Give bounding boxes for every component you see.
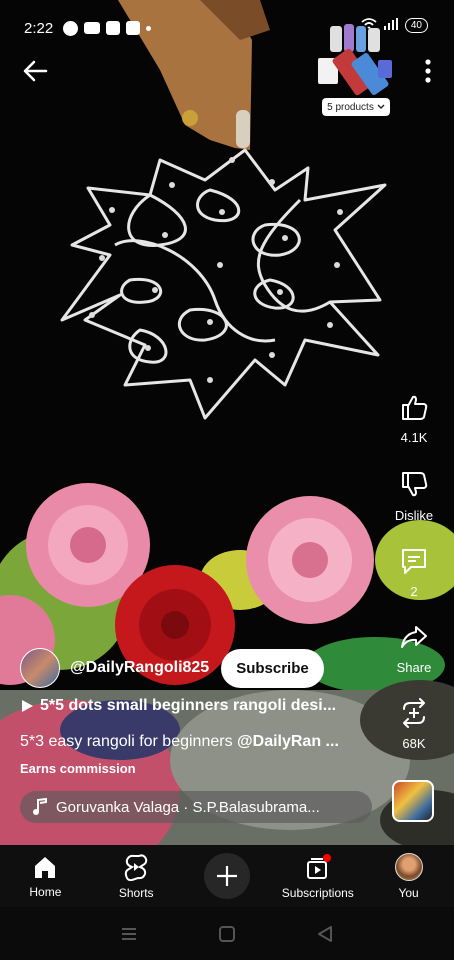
channel-avatar[interactable]	[20, 648, 60, 688]
chat-icon	[63, 20, 79, 36]
nav-home-label: Home	[29, 884, 62, 899]
dislike-button[interactable]: Dislike	[388, 470, 440, 523]
user-avatar	[394, 852, 423, 881]
commission-label: Earns commission	[20, 761, 136, 776]
comments-button[interactable]: 2	[388, 546, 440, 599]
battery-icon: 40	[404, 18, 428, 33]
comment-icon	[402, 549, 426, 574]
home-icon	[35, 856, 56, 878]
like-count: 4.1K	[400, 430, 428, 445]
nav-subscriptions[interactable]: Subscriptions	[272, 845, 363, 907]
youtube-notification-icon	[84, 22, 101, 34]
shorts-icon	[125, 853, 148, 881]
products-label: 5 products	[327, 101, 374, 113]
chevron-down-icon	[377, 104, 385, 109]
share-arrow-icon	[401, 626, 427, 648]
subscriptions-icon	[306, 853, 331, 879]
thumbs-down-icon	[402, 472, 428, 497]
video-frame[interactable]	[0, 0, 454, 845]
create-button[interactable]	[203, 853, 250, 899]
remix-icon	[403, 698, 425, 728]
description-text: 5*3 easy rangoli for beginners	[20, 733, 238, 750]
bottom-nav: Home Shorts Subscriptions You	[0, 845, 454, 907]
music-track: Goruvanka Valaga · S.P.Balasubrama...	[56, 798, 320, 816]
back-triangle-icon[interactable]	[316, 925, 334, 943]
comment-count: 2	[410, 584, 418, 599]
subscribe-button[interactable]: Subscribe	[221, 648, 324, 688]
remix-button[interactable]: 68K	[388, 698, 440, 751]
notification-icons	[63, 20, 152, 36]
remix-count: 68K	[402, 736, 426, 751]
share-label: Share	[396, 660, 432, 675]
notification-dot	[322, 853, 331, 862]
channel-handle[interactable]: @DailyRangoli825	[70, 659, 209, 677]
recent-apps-icon[interactable]	[120, 926, 138, 942]
rangoli-video-image	[0, 0, 454, 845]
play-icon	[22, 700, 33, 712]
music-thumbnail[interactable]	[392, 780, 434, 822]
nav-shorts[interactable]: Shorts	[91, 845, 182, 907]
nav-subscriptions-label: Subscriptions	[281, 885, 354, 900]
video-title: 5*5 dots small beginners rangoli desi...	[40, 697, 337, 714]
nav-shorts-label: Shorts	[118, 885, 154, 900]
home-square-icon[interactable]	[218, 925, 236, 943]
back-button[interactable]	[18, 54, 52, 88]
products-chip[interactable]: 5 products	[322, 98, 390, 116]
more-vert-icon	[425, 59, 431, 83]
dislike-label: Dislike	[394, 508, 434, 523]
more-options-button[interactable]	[420, 56, 436, 86]
music-note-icon	[33, 798, 47, 815]
video-title-row[interactable]: 5*5 dots small beginners rangoli desi...	[20, 697, 380, 715]
nav-you-label: You	[398, 885, 419, 900]
more-notifications-dot	[146, 25, 152, 31]
thumbs-up-icon	[402, 395, 428, 420]
share-button[interactable]: Share	[388, 622, 440, 675]
channel-row: @DailyRangoli825 Subscribe	[20, 646, 324, 690]
video-description[interactable]: 5*3 easy rangoli for beginners @DailyRan…	[20, 733, 380, 751]
app-notification-icon	[106, 21, 121, 35]
paint-products-icon	[318, 24, 392, 96]
nav-home[interactable]: Home	[0, 845, 91, 907]
description-mention[interactable]: @DailyRan ...	[237, 733, 339, 750]
plus-icon	[216, 866, 237, 886]
nav-create[interactable]	[182, 845, 273, 907]
music-pill[interactable]: Goruvanka Valaga · S.P.Balasubrama...	[20, 791, 372, 823]
nav-you[interactable]: You	[363, 845, 454, 907]
app-notification-icon	[126, 21, 141, 35]
status-time: 2:22	[24, 19, 54, 37]
like-button[interactable]: 4.1K	[388, 392, 440, 445]
arrow-left-icon	[23, 60, 48, 82]
system-nav-bar	[0, 907, 454, 960]
